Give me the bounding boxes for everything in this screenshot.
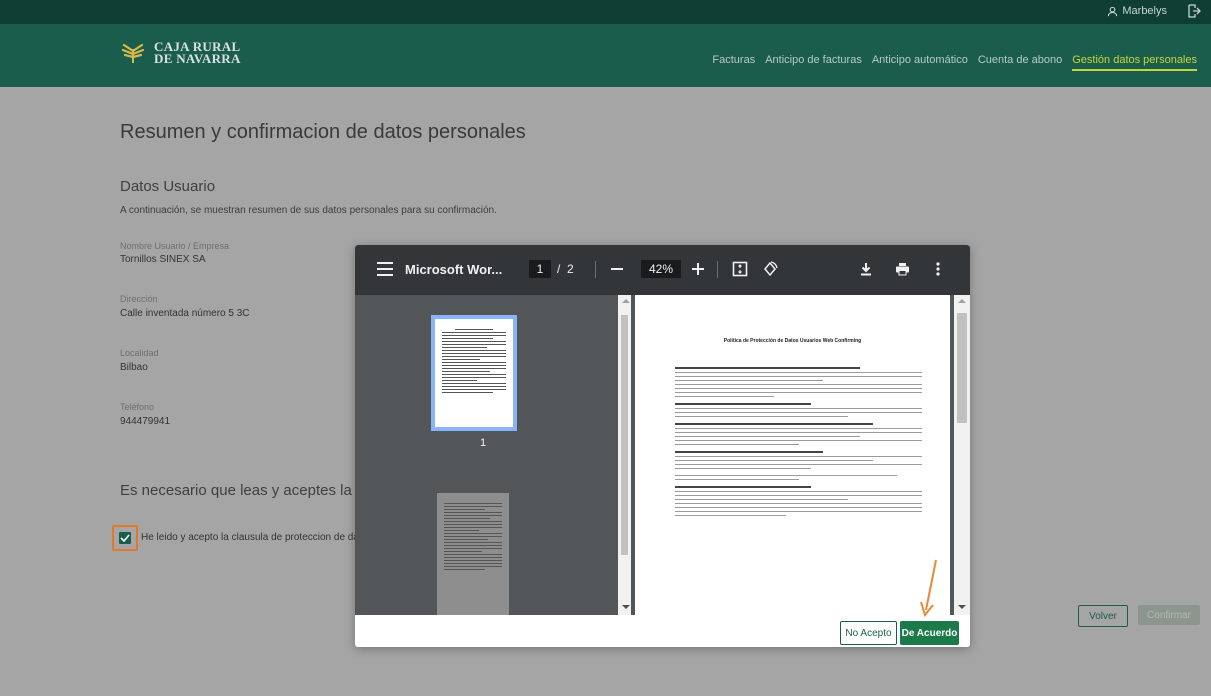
field-label-name: Nombre Usuario / Empresa	[120, 241, 230, 251]
top-bar: Marbelys	[0, 0, 1211, 24]
nav-facturas[interactable]: Facturas	[712, 54, 755, 71]
privacy-policy-modal: Microsoft Wor... 1 / 2 42% 1 Política de…	[355, 245, 970, 647]
main-header: CAJA RURAL DE NAVARRA Facturas Anticipo …	[0, 24, 1211, 87]
field-value-name: Tornillos SINEX SA	[120, 254, 206, 265]
field-label-address: Dirección	[120, 294, 158, 304]
field-value-address: Calle inventada número 5 3C	[120, 308, 250, 319]
de-acuerdo-button[interactable]: De Acuerdo	[900, 621, 959, 645]
scroll-down-icon[interactable]	[958, 605, 966, 609]
document-scrollbar[interactable]	[954, 295, 970, 615]
thumbnail-scrollbar[interactable]	[618, 295, 631, 615]
menu-icon[interactable]	[377, 262, 393, 276]
field-label-city: Localidad	[120, 348, 159, 358]
rotate-icon[interactable]	[761, 260, 779, 278]
pdf-page: Política de Protección de Datos Usuarios…	[635, 295, 950, 615]
confirmar-button[interactable]: Confirmar	[1138, 605, 1200, 625]
annotation-arrow-icon	[920, 559, 937, 618]
zoom-in-icon[interactable]	[689, 260, 707, 278]
user-icon	[1108, 6, 1118, 16]
document-scroll-thumb[interactable]	[957, 313, 967, 423]
pdf-title: Microsoft Wor...	[405, 262, 503, 277]
zoom-out-icon[interactable]	[608, 260, 626, 278]
field-value-phone: 944479941	[120, 416, 171, 427]
pdf-toolbar: Microsoft Wor... 1 / 2 42%	[355, 245, 970, 295]
nav-cuenta-abono[interactable]: Cuenta de abono	[978, 54, 1062, 71]
page-number-input[interactable]: 1	[529, 260, 551, 278]
pdf-thumbnail-sidebar: 1	[355, 295, 618, 615]
thumbnail-scroll-thumb[interactable]	[621, 315, 628, 555]
page-thumbnail-2[interactable]	[437, 493, 509, 615]
scroll-up-icon[interactable]	[622, 299, 630, 303]
main-nav: Facturas Anticipo de facturas Anticipo a…	[712, 54, 1197, 71]
page-thumbnail-1[interactable]	[431, 315, 517, 431]
logout-icon[interactable]	[1187, 4, 1201, 18]
user-name: Marbelys	[1122, 5, 1167, 17]
toolbar-divider	[595, 261, 596, 278]
volver-button[interactable]: Volver	[1078, 605, 1128, 627]
user-menu[interactable]: Marbelys	[1107, 5, 1167, 17]
privacy-checkbox-highlight	[112, 525, 138, 551]
nav-gestion-datos[interactable]: Gestión datos personales	[1072, 54, 1197, 71]
thumbnail-page-number: 1	[480, 437, 487, 449]
scroll-down-icon[interactable]	[622, 605, 630, 609]
document-title: Política de Protección de Datos Usuarios…	[723, 338, 862, 344]
check-icon	[120, 534, 130, 542]
brand-line-2: DE NAVARRA	[154, 51, 241, 66]
total-pages: 2	[567, 262, 574, 276]
no-acepto-button[interactable]: No Acepto	[840, 621, 897, 645]
toolbar-divider	[717, 261, 718, 278]
brand-logo[interactable]: CAJA RURAL DE NAVARRA	[120, 40, 241, 66]
zoom-level-input[interactable]: 42%	[641, 260, 681, 278]
document-body-text	[675, 361, 922, 519]
field-label-phone: Teléfono	[120, 402, 155, 412]
privacy-checkbox[interactable]	[119, 532, 131, 544]
nav-anticipo-automatico[interactable]: Anticipo automático	[872, 54, 968, 71]
field-value-city: Bilbao	[120, 362, 148, 373]
more-options-icon[interactable]	[929, 260, 947, 278]
download-icon[interactable]	[857, 260, 875, 278]
privacy-checkbox-label[interactable]: He leido y acepto la clausula de protecc…	[141, 532, 372, 543]
accept-section-title: Es necesario que leas y aceptes la sigui	[120, 482, 387, 499]
page-separator: /	[557, 262, 561, 276]
fit-page-icon[interactable]	[731, 260, 749, 278]
wheat-logo-icon	[121, 43, 145, 63]
print-icon[interactable]	[893, 260, 911, 278]
pdf-document-area: Política de Protección de Datos Usuarios…	[631, 295, 954, 615]
section-description: A continuación, se muestran resumen de s…	[120, 205, 497, 216]
nav-anticipo-facturas[interactable]: Anticipo de facturas	[765, 54, 862, 71]
modal-footer: No Acepto De Acuerdo	[355, 615, 970, 647]
scroll-up-icon[interactable]	[958, 299, 966, 303]
page-title: Resumen y confirmacion de datos personal…	[120, 121, 526, 143]
section-title: Datos Usuario	[120, 178, 216, 195]
